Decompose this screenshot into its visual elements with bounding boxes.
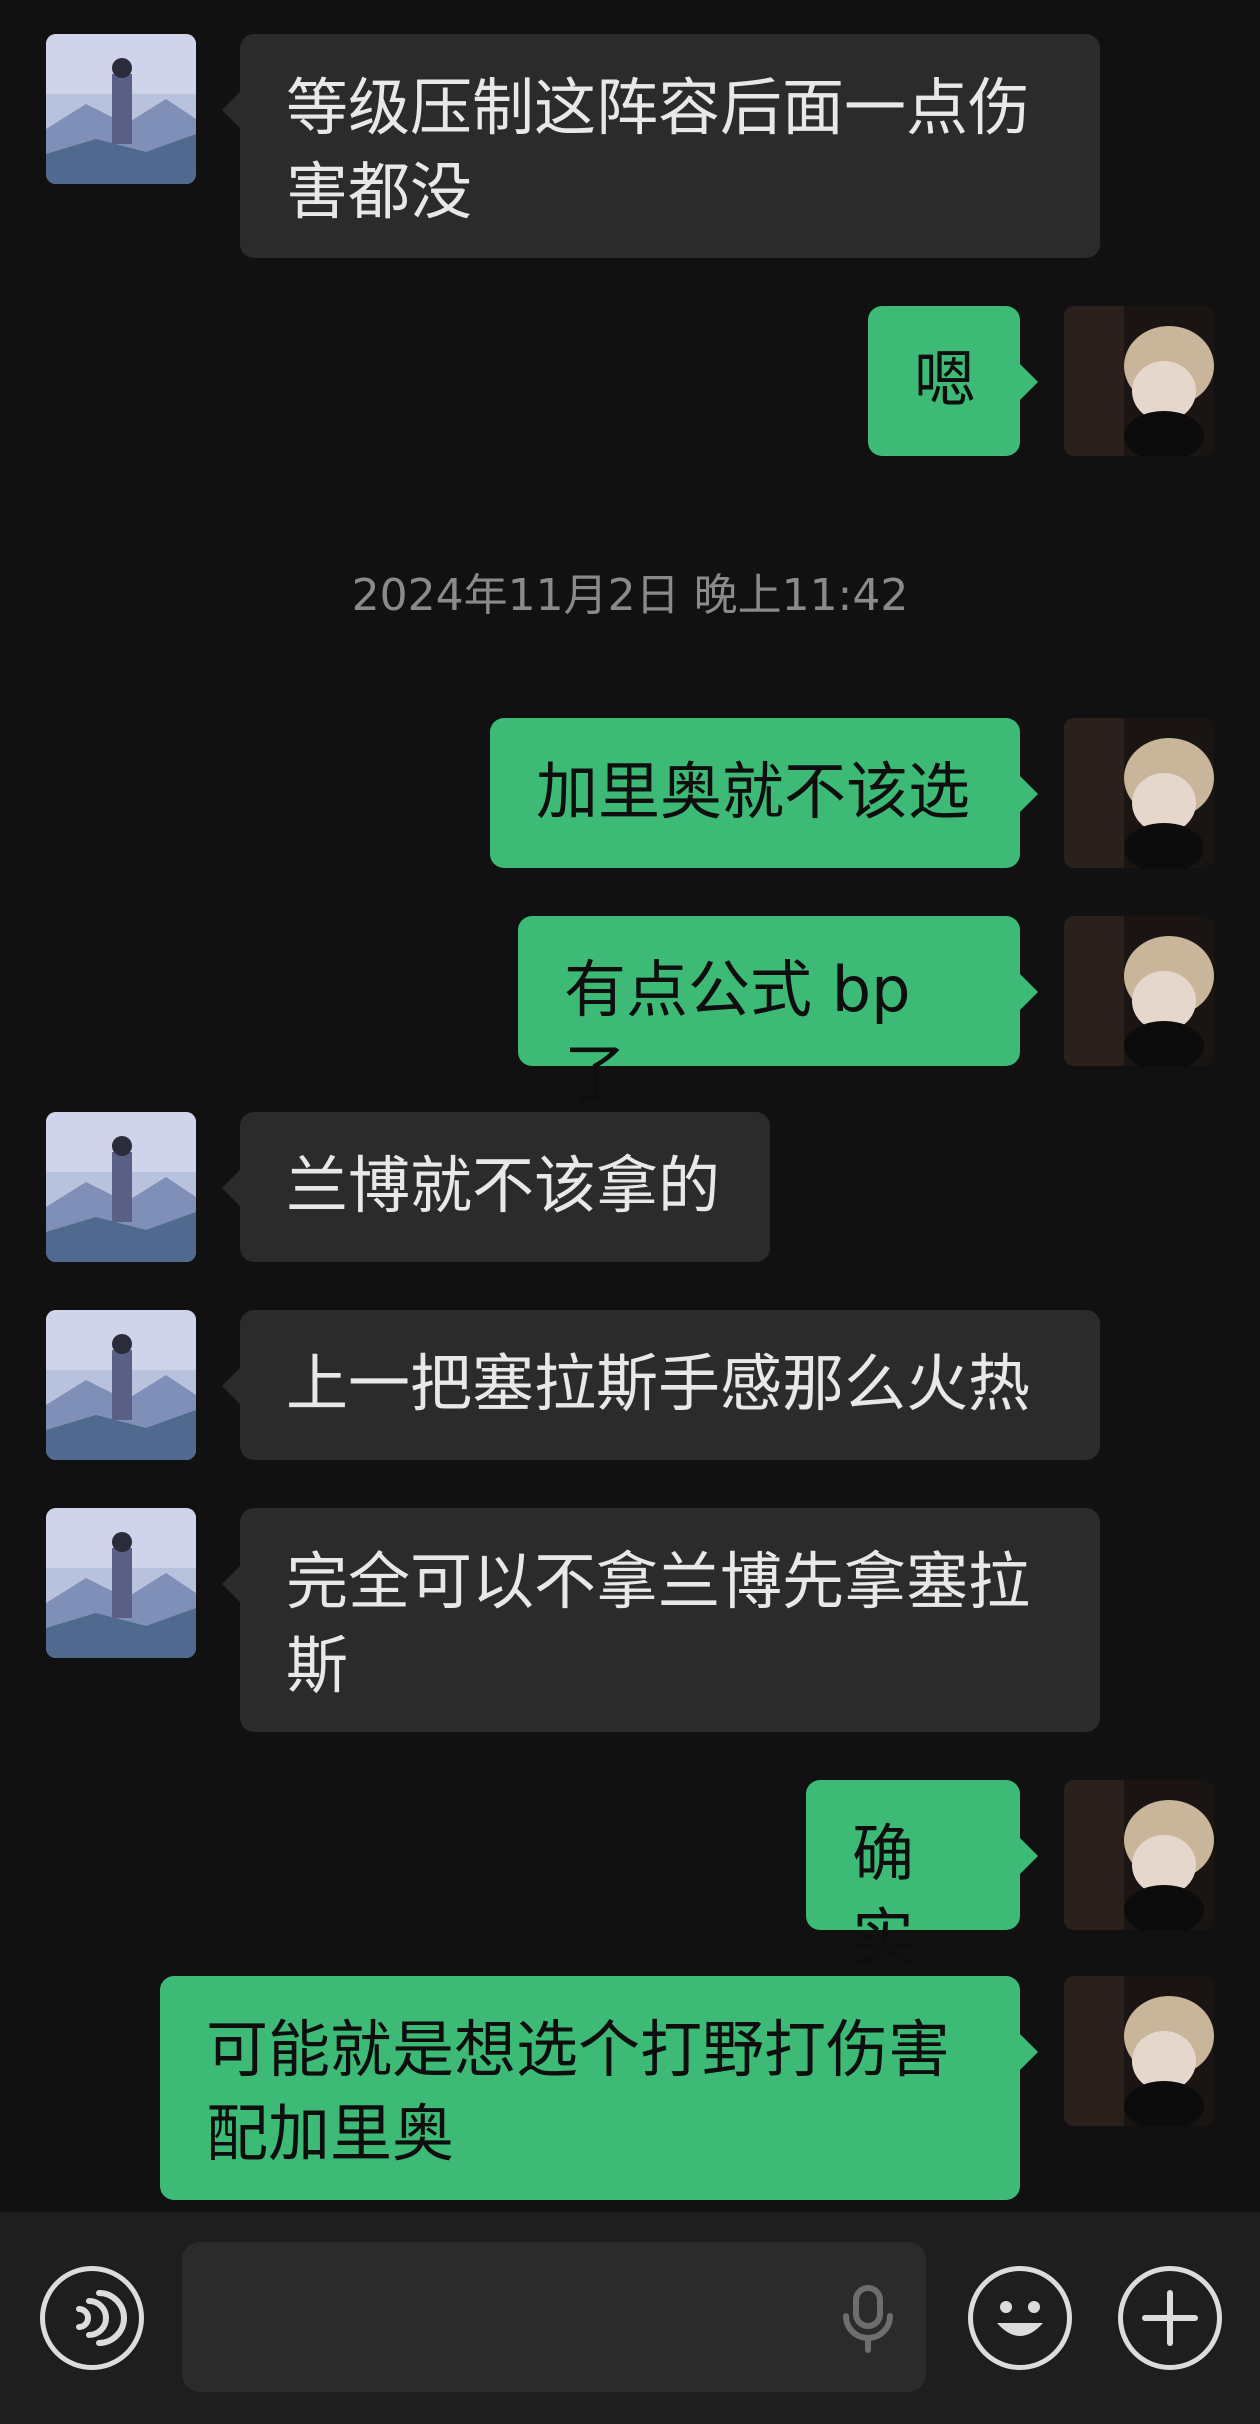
message-text: 确实 [852, 1817, 915, 1974]
incoming-message-bubble[interactable]: 等级压制这阵容后面一点伤害都没 [222, 34, 1100, 258]
plus-icon [1142, 2290, 1198, 2346]
my-avatar[interactable] [1064, 306, 1214, 456]
contact-avatar-image [46, 1112, 196, 1262]
my-avatar[interactable] [1064, 718, 1214, 868]
contact-avatar[interactable] [46, 1508, 196, 1658]
message-text: 加里奥就不该选 [536, 755, 971, 828]
incoming-message-bubble[interactable]: 兰博就不该拿的 [222, 1112, 770, 1262]
outgoing-message-bubble[interactable]: 加里奥就不该选 [490, 718, 1038, 868]
message-text: 嗯 [914, 343, 977, 416]
chat-timestamp: 2024年11月2日 晚上11:42 [351, 570, 909, 621]
my-avatar-image [1064, 306, 1214, 456]
emoji-button[interactable] [968, 2266, 1072, 2370]
message-text: 上一把塞拉斯手感那么火热 [286, 1347, 1031, 1420]
contact-avatar[interactable] [46, 1112, 196, 1262]
contact-avatar-image [46, 1310, 196, 1460]
more-button[interactable] [1118, 2266, 1222, 2370]
message-text: 兰博就不该拿的 [286, 1149, 721, 1222]
message-text: 等级压制这阵容后面一点伤害都没 [286, 71, 1031, 228]
my-avatar[interactable] [1064, 1780, 1214, 1930]
incoming-message-bubble[interactable]: 上一把塞拉斯手感那么火热 [222, 1310, 1100, 1460]
message-text: 有点公式 bp 了 [564, 953, 911, 1110]
my-avatar-image [1064, 916, 1214, 1066]
my-avatar-image [1064, 1976, 1214, 2126]
contact-avatar[interactable] [46, 34, 196, 184]
my-avatar[interactable] [1064, 1976, 1214, 2126]
message-text: 完全可以不拿兰博先拿塞拉斯 [286, 1545, 1031, 1702]
voice-button[interactable] [40, 2266, 144, 2370]
chat-screen: 等级压制这阵容后面一点伤害都没 嗯 2024年11月2日 晚上11:42 加里奥… [0, 0, 1260, 2424]
contact-avatar-image [46, 34, 196, 184]
message-input-box[interactable] [182, 2242, 926, 2392]
my-avatar-image [1064, 718, 1214, 868]
microphone-icon[interactable] [832, 2282, 904, 2354]
contact-avatar[interactable] [46, 1310, 196, 1460]
message-text: 可能就是想选个打野打伤害配加里奥 [206, 2013, 951, 2170]
my-avatar[interactable] [1064, 916, 1214, 1066]
emoji-icon [997, 2301, 1043, 2336]
outgoing-message-bubble[interactable]: 可能就是想选个打野打伤害配加里奥 [160, 1976, 1038, 2200]
message-input[interactable] [202, 2262, 762, 2372]
contact-avatar-image [46, 1508, 196, 1658]
outgoing-message-bubble[interactable]: 确实 [806, 1780, 1038, 1974]
my-avatar-image [1064, 1780, 1214, 1930]
outgoing-message-bubble[interactable]: 有点公式 bp 了 [518, 916, 1038, 1110]
voice-icon [76, 2290, 127, 2346]
incoming-message-bubble[interactable]: 完全可以不拿兰博先拿塞拉斯 [222, 1508, 1100, 1732]
input-bar [0, 2212, 1260, 2424]
outgoing-message-bubble[interactable]: 嗯 [868, 306, 1038, 456]
